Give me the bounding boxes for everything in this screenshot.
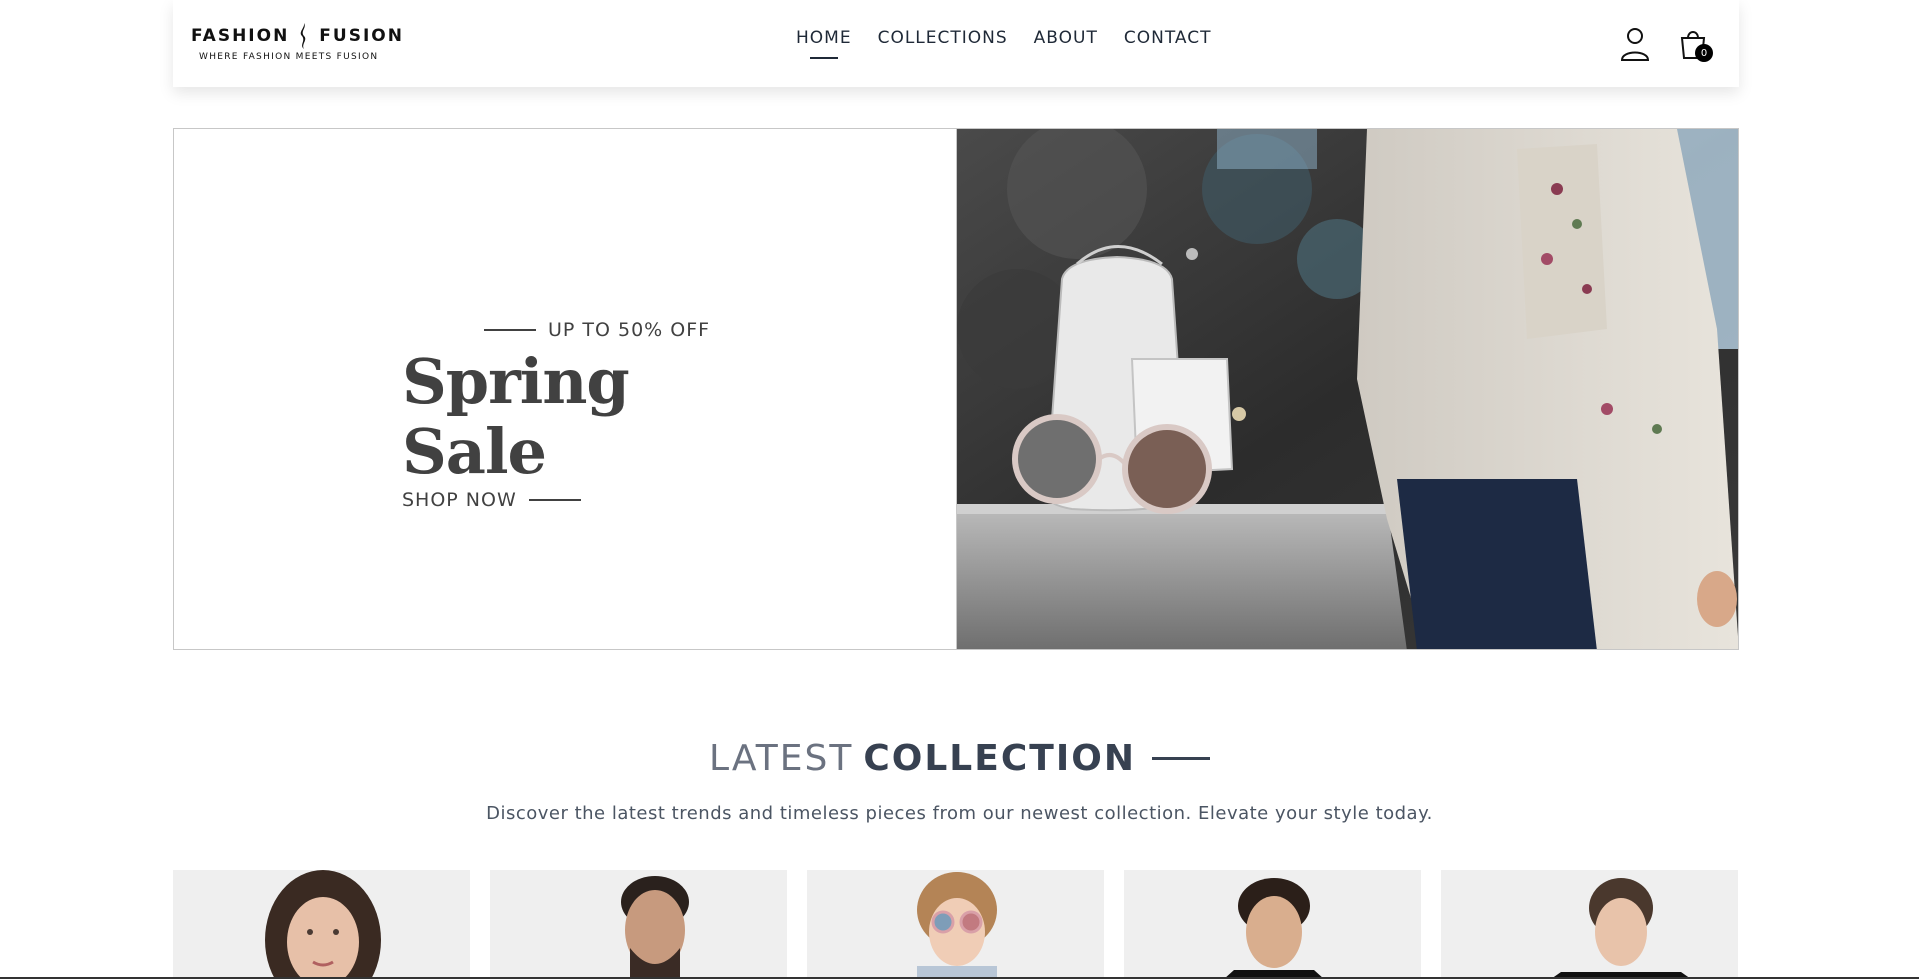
hero-text-panel: UP TO 50% OFF Spring Sale SHOP NOW xyxy=(174,129,957,649)
product-card-3[interactable] xyxy=(807,870,1104,979)
latest-collection-heading: LATEST COLLECTION xyxy=(0,738,1919,779)
latest-title-light: LATEST xyxy=(709,738,854,779)
product-grid xyxy=(173,870,1739,979)
nav-contact[interactable]: CONTACT xyxy=(1124,28,1212,56)
product-card-4[interactable] xyxy=(1124,870,1421,979)
logo-name-left: FASHION xyxy=(191,26,290,46)
header-actions: 0 xyxy=(1619,26,1713,62)
product-card-5[interactable] xyxy=(1441,870,1738,979)
nav-about[interactable]: ABOUT xyxy=(1034,28,1098,56)
product-image-woman-slick-hair xyxy=(1551,878,1691,979)
product-image-woman-dark-hair xyxy=(265,870,381,979)
hero-tag: UP TO 50% OFF xyxy=(548,319,711,341)
hero-title: Spring Sale xyxy=(402,345,630,488)
title-underline xyxy=(1151,757,1210,760)
logo-name-right: FUSION xyxy=(319,26,404,46)
product-image-man-curly-hair xyxy=(1224,878,1324,979)
product-card-2[interactable] xyxy=(490,870,787,979)
hero-copy: UP TO 50% OFF Spring Sale SHOP NOW xyxy=(402,319,742,511)
brand-logo[interactable]: FASHION FUSION WHERE FASHION MEETS FUSIO… xyxy=(191,22,421,68)
hero-photo-illustration xyxy=(956,129,1738,649)
shop-now-label: SHOP NOW xyxy=(402,489,517,511)
flame-icon xyxy=(301,23,306,49)
logo-tagline: WHERE FASHION MEETS FUSION xyxy=(199,52,379,62)
nav-home[interactable]: HOME xyxy=(796,28,852,56)
hero-banner: UP TO 50% OFF Spring Sale SHOP NOW xyxy=(173,128,1739,650)
hero-tag-row: UP TO 50% OFF xyxy=(484,319,742,341)
product-image-girl-sunglasses xyxy=(917,872,997,979)
shop-now-button[interactable]: SHOP NOW xyxy=(402,489,742,511)
product-card-1[interactable] xyxy=(173,870,470,979)
profile-button[interactable] xyxy=(1619,26,1651,62)
nav-collections[interactable]: COLLECTIONS xyxy=(878,28,1008,56)
latest-title-bold: COLLECTION xyxy=(863,738,1136,779)
user-icon xyxy=(1620,28,1650,61)
site-header: FASHION FUSION WHERE FASHION MEETS FUSIO… xyxy=(173,0,1739,87)
cart-count-badge: 0 xyxy=(1695,44,1713,62)
shop-now-line xyxy=(528,499,581,501)
cart-button[interactable]: 0 xyxy=(1677,26,1713,62)
product-image-man-beard xyxy=(621,876,689,979)
latest-collection-subtitle: Discover the latest trends and timeless … xyxy=(486,803,1433,824)
hero-image xyxy=(956,129,1738,649)
hero-tag-line xyxy=(484,329,536,331)
logo-wordmark: FASHION FUSION xyxy=(191,22,421,50)
main-nav: HOME COLLECTIONS ABOUT CONTACT xyxy=(796,28,1212,56)
